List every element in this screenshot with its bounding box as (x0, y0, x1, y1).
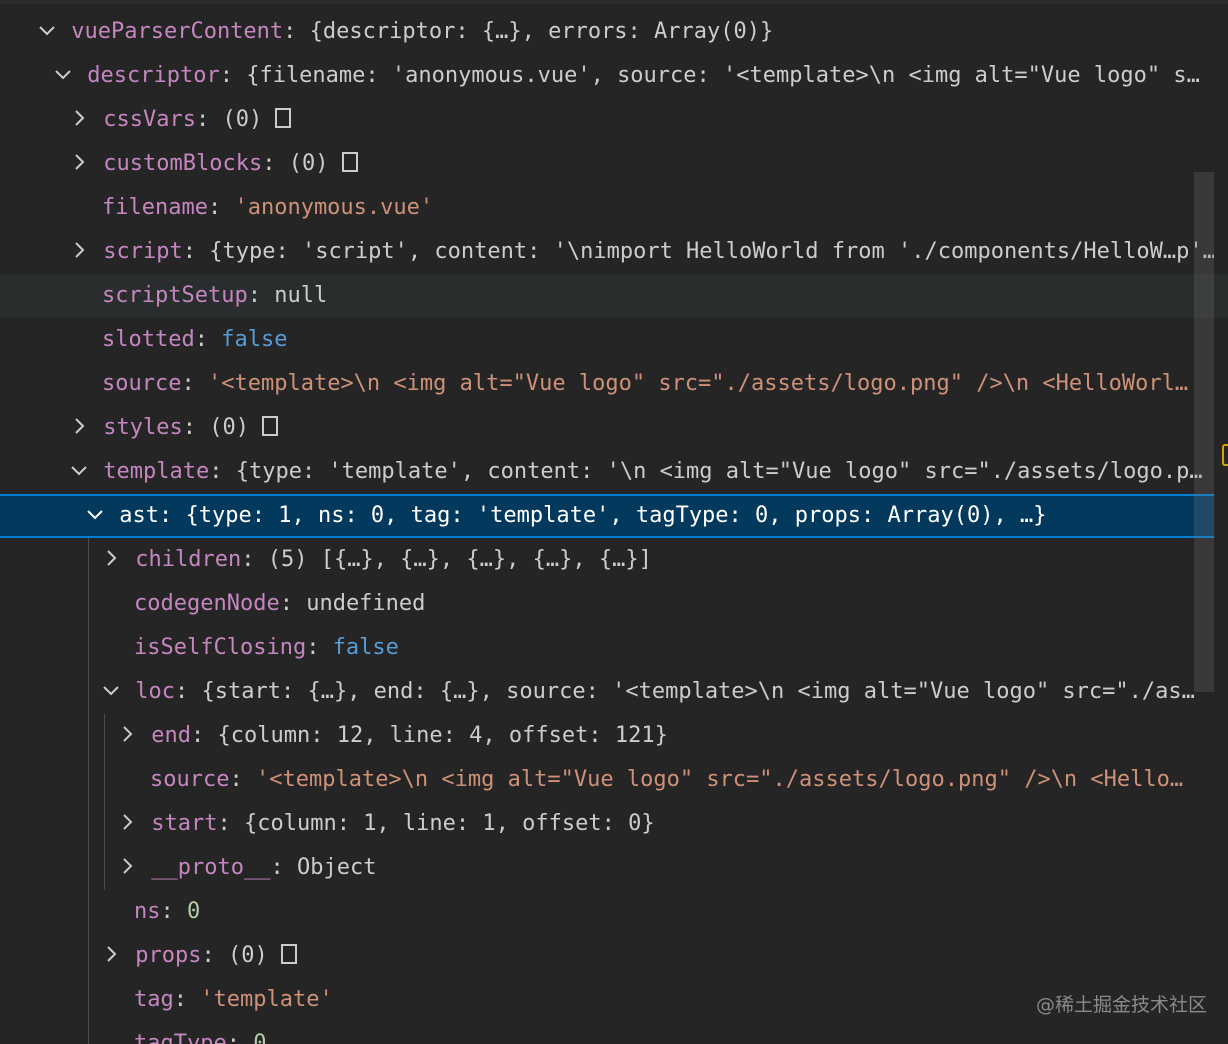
tree-row-end[interactable]: end: {column: 12, line: 4, offset: 121} (0, 714, 1214, 758)
tree-row-start[interactable]: start: {column: 1, line: 1, offset: 0} (0, 802, 1214, 846)
variable-value: null (274, 283, 328, 308)
variable-name: isSelfClosing (134, 635, 307, 660)
chevron-right-icon[interactable] (116, 811, 138, 833)
variable-name: descriptor (87, 63, 220, 88)
empty-array-icon (275, 108, 292, 128)
variable-value: '<template>\n <img alt="Vue logo" src=".… (207, 371, 1189, 396)
variable-name: template (103, 459, 210, 484)
variable-value: false (332, 635, 399, 660)
tree-row-codegenNode[interactable]: codegenNode: undefined (0, 582, 1214, 626)
variable-name: source (150, 767, 230, 792)
variable-name: loc (135, 679, 175, 704)
variable-name: __proto__ (151, 855, 271, 880)
variable-value: {column: 12, line: 4, offset: 121} (217, 723, 668, 748)
variable-value: 0 (187, 899, 201, 924)
tree-row-isSelfClosing[interactable]: isSelfClosing: false (0, 626, 1214, 670)
variable-value: {column: 1, line: 1, offset: 0} (243, 811, 655, 836)
tree-row-loc[interactable]: loc: {start: {…}, end: {…}, source: '<te… (0, 670, 1214, 714)
chevron-down-icon[interactable] (100, 679, 122, 701)
variable-name: props (135, 943, 202, 968)
tree-row-script[interactable]: script: {type: 'script', content: '\nimp… (0, 230, 1214, 274)
tree-row-props[interactable]: props: (0) (0, 934, 1214, 978)
tree-row-ast[interactable]: ast: {type: 1, ns: 0, tag: 'template', t… (0, 494, 1214, 538)
tree-row-template[interactable]: template: {type: 'template', content: '\… (0, 450, 1214, 494)
tree-row-ns[interactable]: ns: 0 (0, 890, 1214, 934)
variable-value: (0) (222, 107, 263, 132)
variable-name: styles (103, 415, 183, 440)
variable-name: children (135, 547, 242, 572)
tree-row-styles[interactable]: styles: (0) (0, 406, 1214, 450)
empty-array-icon (341, 152, 358, 172)
tree-row-source[interactable]: source: '<template>\n <img alt="Vue logo… (0, 362, 1214, 406)
tree-row-filename[interactable]: filename: 'anonymous.vue' (0, 186, 1214, 230)
tree-row-tag[interactable]: tag: 'template' (0, 978, 1014, 1022)
variable-name: customBlocks (103, 151, 263, 176)
variables-panel: vueParserContent: {descriptor: {…}, erro… (0, 0, 1228, 1044)
variable-value: (0) (209, 415, 249, 440)
overview-ruler-marker (1222, 444, 1228, 466)
variable-value: {type: 1, ns: 0, tag: 'template', tagTyp… (185, 503, 1047, 528)
variable-value: {filename: 'anonymous.vue', source: '<te… (246, 63, 1200, 88)
tree-row-cssVars[interactable]: cssVars: (0) (0, 98, 1214, 142)
tree-row-vueParserContent[interactable]: vueParserContent: {descriptor: {…}, erro… (0, 10, 1228, 54)
chevron-down-icon[interactable] (68, 459, 90, 481)
variable-name: end (151, 723, 191, 748)
chevron-right-icon[interactable] (68, 151, 90, 173)
tree-row-descriptor[interactable]: descriptor: {filename: 'anonymous.vue', … (0, 54, 1214, 98)
chevron-down-icon[interactable] (84, 503, 106, 525)
variable-name: ns (134, 899, 161, 924)
tree-row-proto[interactable]: __proto__: Object (0, 846, 1214, 890)
variable-name: ast (119, 503, 159, 528)
variable-name: scriptSetup (102, 283, 248, 308)
variable-value: (0) (227, 943, 268, 968)
chevron-right-icon[interactable] (68, 239, 90, 261)
variable-value: 'anonymous.vue' (234, 195, 434, 220)
variable-name: start (151, 811, 218, 836)
variable-value: {type: 'template', content: '\n <img alt… (235, 459, 1203, 484)
variable-value: 'template' (200, 987, 333, 1012)
tree-row-tagType[interactable]: tagType: 0 (0, 1022, 1214, 1044)
chevron-right-icon[interactable] (68, 107, 90, 129)
variable-name: tag (134, 987, 174, 1012)
variable-value: undefined (306, 591, 426, 616)
chevron-down-icon[interactable] (52, 63, 74, 85)
variable-value: {type: 'script', content: '\nimport Hell… (209, 239, 1214, 264)
tree-row-scriptSetup[interactable]: scriptSetup: null (0, 274, 1228, 318)
tree-row-children[interactable]: children: (5) [{…}, {…}, {…}, {…}, {…}] (0, 538, 1214, 582)
vertical-scrollbar-thumb[interactable] (1194, 172, 1214, 692)
variable-value: (0) (288, 151, 329, 176)
tree-row-loc-source[interactable]: source: '<template>\n <img alt="Vue logo… (0, 758, 1214, 802)
tree-row-slotted[interactable]: slotted: false (0, 318, 1214, 362)
watermark: @稀土掘金技术社区 (1036, 994, 1208, 1016)
variable-value: {descriptor: {…}, errors: Array(0)} (309, 19, 774, 44)
variable-name: filename (102, 195, 208, 220)
chevron-right-icon[interactable] (68, 415, 90, 437)
variable-value: {start: {…}, end: {…}, source: '<templat… (201, 679, 1195, 704)
panel-top-edge (0, 0, 1228, 4)
chevron-right-icon[interactable] (100, 943, 122, 965)
variable-value: 0 (253, 1031, 267, 1044)
variable-name: source (102, 371, 182, 396)
variable-value: false (221, 327, 288, 352)
variable-name: script (103, 239, 183, 264)
chevron-right-icon[interactable] (116, 723, 138, 745)
chevron-right-icon[interactable] (100, 547, 122, 569)
chevron-right-icon[interactable] (116, 855, 138, 877)
variable-value: Object (296, 855, 377, 880)
empty-array-icon (262, 416, 279, 436)
variable-value: (5) [{…}, {…}, {…}, {…}, {…}] (267, 547, 652, 572)
variable-value: '<template>\n <img alt="Vue logo" src=".… (255, 767, 1184, 792)
chevron-down-icon[interactable] (36, 19, 58, 41)
variable-name: slotted (102, 327, 195, 352)
variable-name: codegenNode (134, 591, 280, 616)
variable-name: vueParserContent (71, 19, 284, 44)
empty-array-icon (280, 944, 297, 964)
variable-name: tagType (134, 1031, 227, 1044)
tree-row-customBlocks[interactable]: customBlocks: (0) (0, 142, 1214, 186)
variable-name: cssVars (103, 107, 196, 132)
